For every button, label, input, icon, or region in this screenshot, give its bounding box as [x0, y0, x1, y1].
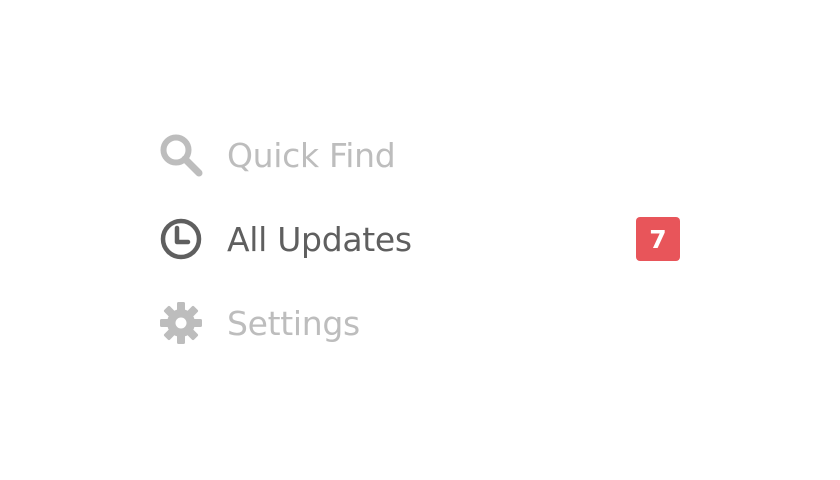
menu-item-label: Settings	[227, 303, 360, 343]
gear-icon	[158, 300, 204, 346]
notification-count-badge: 7	[636, 217, 680, 261]
sidebar-menu: Quick Find All Updates 7 Settings	[158, 130, 680, 348]
menu-item-settings[interactable]: Settings	[158, 298, 680, 348]
menu-item-label: Quick Find	[227, 135, 396, 175]
menu-item-quick-find[interactable]: Quick Find	[158, 130, 680, 180]
menu-item-all-updates[interactable]: All Updates 7	[158, 214, 680, 264]
menu-item-label: All Updates	[227, 219, 412, 259]
search-icon	[158, 132, 204, 178]
clock-icon	[158, 216, 204, 262]
